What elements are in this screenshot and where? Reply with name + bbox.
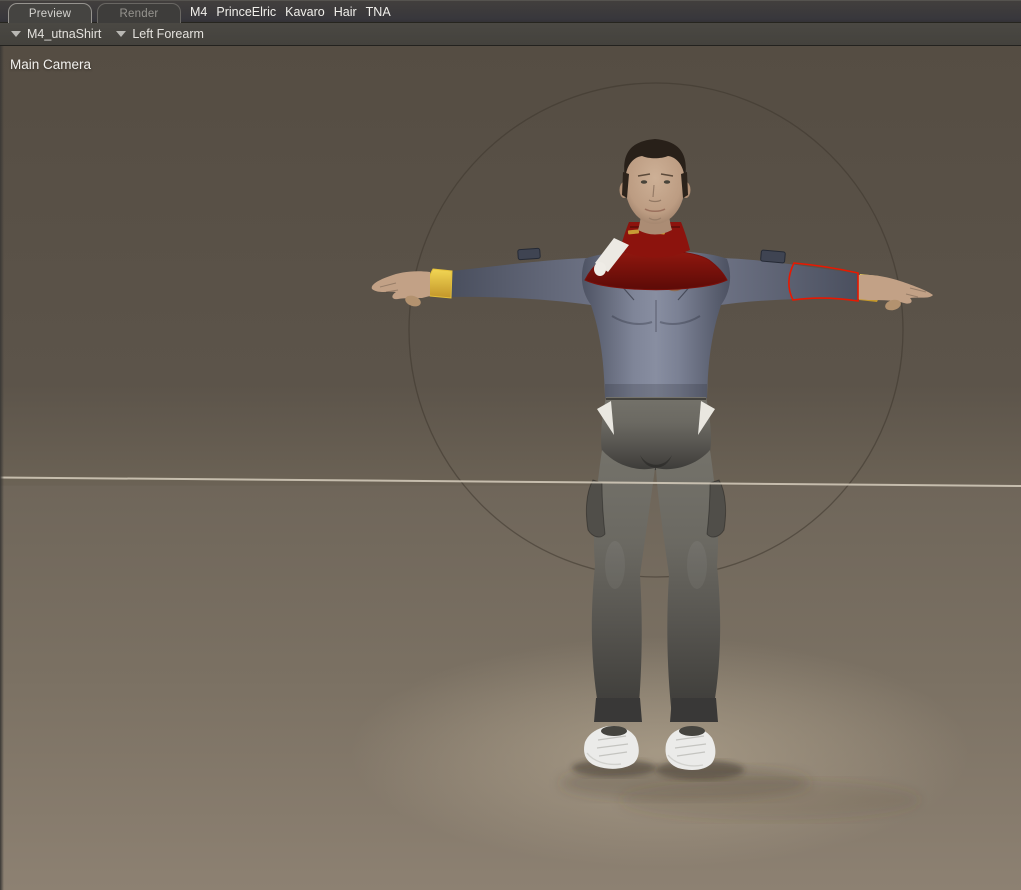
- poser-preview-window: Preview Render M4 PrinceElric Kavaro Hai…: [0, 0, 1021, 890]
- figure-tab-tna[interactable]: TNA: [366, 5, 391, 19]
- figure-tab-m4[interactable]: M4: [190, 5, 207, 19]
- camera-name-label[interactable]: Main Camera: [10, 57, 91, 72]
- preview-viewport[interactable]: Main Camera: [0, 46, 1021, 890]
- head[interactable]: [619, 139, 691, 235]
- tab-render[interactable]: Render: [97, 3, 181, 23]
- right-cuff: [594, 698, 642, 722]
- figure-selector-dropdown[interactable]: M4_utnaShirt: [11, 27, 101, 41]
- dropdown-triangle-icon: [11, 31, 21, 37]
- actor-selector-label: Left Forearm: [132, 27, 204, 41]
- right-hand[interactable]: [371, 271, 430, 308]
- document-tab-bar: Preview Render M4 PrinceElric Kavaro Hai…: [0, 0, 1021, 23]
- scene-render: [0, 82, 1021, 867]
- actor-selector-dropdown[interactable]: Left Forearm: [116, 27, 204, 41]
- ground-horizon-line: [0, 476, 1021, 487]
- selector-bar: M4_utnaShirt Left Forearm: [0, 23, 1021, 46]
- figure-tab-hair[interactable]: Hair: [334, 5, 357, 19]
- hip[interactable]: [601, 397, 711, 471]
- right-arm[interactable]: [371, 247, 598, 308]
- tab-render-label: Render: [119, 7, 159, 20]
- dropdown-triangle-icon: [116, 31, 127, 37]
- left-cuff: [670, 698, 718, 722]
- arm-patch: [760, 249, 786, 264]
- left-hand[interactable]: [858, 274, 933, 312]
- tab-preview[interactable]: Preview: [8, 3, 92, 23]
- tab-preview-label: Preview: [28, 7, 72, 20]
- ground-light-pool: [350, 637, 970, 867]
- figure-tab-kavaro[interactable]: Kavaro: [285, 5, 325, 19]
- figure-selector-label: M4_utnaShirt: [27, 27, 102, 41]
- right-wristband[interactable]: [427, 268, 453, 299]
- cargo-pocket-right: [585, 479, 606, 538]
- viewport-left-edge: [0, 46, 4, 890]
- cargo-pocket-left: [706, 479, 727, 538]
- left-arm[interactable]: [714, 249, 933, 312]
- figure-name-list: M4 PrinceElric Kavaro Hair TNA: [190, 1, 391, 23]
- figure-tab-princeelric[interactable]: PrinceElric: [216, 5, 276, 19]
- arm-patch: [517, 247, 541, 261]
